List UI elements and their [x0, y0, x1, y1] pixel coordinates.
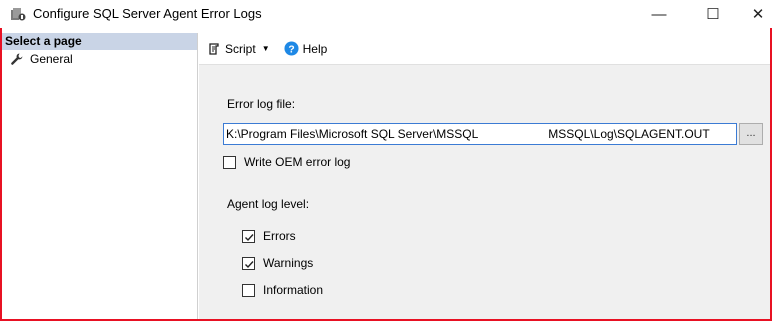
sidebar-header: Select a page — [2, 33, 197, 50]
information-row[interactable]: Information — [242, 283, 323, 297]
settings-panel: Script ▼ ? Help Error log file: K:\Progr… — [199, 33, 770, 319]
close-button[interactable]: ✕ — [735, 0, 772, 28]
sidebar-item-general[interactable]: General — [2, 50, 197, 67]
window-title: Configure SQL Server Agent Error Logs — [33, 6, 262, 21]
checkmark-icon — [245, 260, 254, 268]
warnings-label: Warnings — [263, 256, 314, 270]
error-log-file-label: Error log file: — [227, 97, 296, 111]
maximize-icon: ☐ — [706, 6, 720, 23]
chevron-down-icon[interactable]: ▼ — [262, 44, 270, 53]
write-oem-row[interactable]: Write OEM error log — [223, 155, 350, 169]
warnings-checkbox[interactable] — [242, 256, 255, 270]
errors-row[interactable]: Errors — [242, 229, 296, 243]
help-icon: ? — [284, 41, 299, 56]
browse-button[interactable]: ... — [739, 123, 763, 145]
sql-agent-icon — [11, 8, 26, 21]
agent-log-level-label: Agent log level: — [227, 197, 310, 211]
title-bar: Configure SQL Server Agent Error Logs — … — [0, 0, 772, 28]
help-label: Help — [302, 41, 328, 56]
close-icon: ✕ — [751, 6, 765, 23]
maximize-button[interactable]: ☐ — [690, 0, 736, 28]
errors-label: Errors — [263, 229, 296, 243]
script-button[interactable]: Script ▼ — [207, 42, 276, 56]
errors-checkbox[interactable] — [242, 229, 255, 243]
warnings-row[interactable]: Warnings — [242, 256, 313, 270]
information-checkbox[interactable] — [242, 283, 255, 297]
wrench-icon — [11, 53, 23, 65]
information-label: Information — [263, 283, 324, 297]
svg-text:?: ? — [288, 44, 294, 55]
error-log-path-start: K:\Program Files\Microsoft SQL Server\MS… — [226, 127, 479, 141]
error-log-file-input[interactable]: K:\Program Files\Microsoft SQL Server\MS… — [223, 123, 737, 145]
help-button[interactable]: ? Help — [284, 41, 328, 56]
redacted-segment — [478, 129, 549, 140]
page-selector-panel: Select a page General — [2, 33, 198, 319]
toolbar: Script ▼ ? Help — [199, 33, 770, 65]
checkmark-icon — [245, 233, 254, 241]
script-icon — [209, 42, 219, 55]
minimize-button[interactable]: — — [636, 0, 682, 28]
sidebar-item-label: General — [30, 51, 73, 66]
minimize-icon: — — [651, 5, 667, 23]
script-label: Script — [225, 41, 256, 56]
error-log-path-end: MSSQL\Log\SQLAGENT.OUT — [548, 127, 710, 141]
write-oem-label: Write OEM error log — [244, 155, 351, 169]
write-oem-checkbox[interactable] — [223, 155, 236, 169]
